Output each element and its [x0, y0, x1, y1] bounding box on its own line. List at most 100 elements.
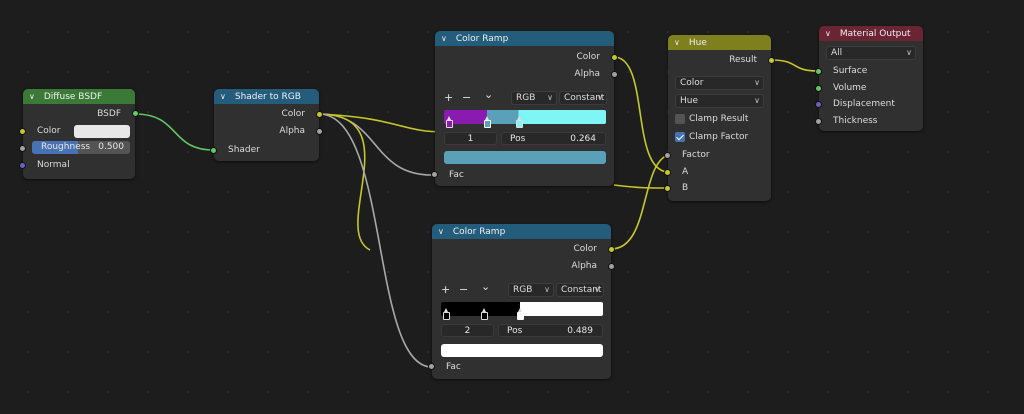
a-input-socket[interactable] — [664, 169, 671, 176]
color-ramp-bar[interactable] — [444, 110, 606, 128]
pos-value: 0.264 — [570, 134, 596, 144]
node-header[interactable]: ∨ Diffuse BSDF — [23, 89, 135, 104]
color-output-socket[interactable] — [611, 54, 618, 61]
node-header[interactable]: ∨ Shader to RGB — [214, 89, 319, 104]
stop-color-swatch[interactable] — [444, 151, 606, 164]
bsdf-output-socket[interactable] — [132, 110, 139, 117]
factor-input-socket[interactable] — [664, 152, 671, 159]
thickness-input-socket[interactable] — [815, 118, 822, 125]
chevron-down-icon[interactable]: ∨ — [441, 31, 453, 46]
surface-input-socket[interactable] — [815, 68, 822, 75]
color-mode-dropdown[interactable]: RGB ∨ — [508, 283, 554, 297]
node-title: Color Ramp — [452, 227, 506, 237]
pos-label: Pos — [510, 134, 526, 144]
clamp-factor-label: Clamp Factor — [689, 132, 749, 142]
stop-index-field[interactable]: 2 — [441, 324, 494, 337]
shader-to-rgb-node[interactable]: ∨ Shader to RGB Color Alpha Shader — [210, 89, 323, 161]
b-input-socket[interactable] — [664, 185, 671, 192]
alpha-output-socket[interactable] — [608, 263, 615, 270]
clamp-factor-checkbox[interactable] — [675, 132, 685, 142]
link-rgb-to-ramp2-fac — [318, 113, 433, 368]
chevron-down-icon[interactable]: ∨ — [438, 224, 450, 239]
fac-input-label: Fac — [446, 362, 461, 372]
interpolation-dropdown[interactable]: Constant ∨ — [556, 283, 604, 297]
result-output-socket[interactable] — [768, 57, 775, 64]
node-title: Material Output — [839, 29, 911, 39]
chevron-down-icon[interactable]: ∨ — [220, 89, 232, 104]
pos-label: Pos — [507, 326, 523, 336]
fac-input-label: Fac — [449, 170, 464, 180]
stop-index-value: 2 — [464, 326, 471, 336]
ramp-stop-1[interactable] — [481, 308, 488, 320]
data-type-dropdown[interactable]: Hue ∨ — [675, 94, 764, 108]
color-swatch[interactable] — [74, 125, 130, 138]
alpha-output-socket[interactable] — [316, 128, 323, 135]
volume-input-label: Volume — [833, 83, 867, 93]
interpolation-dropdown[interactable]: Constant ∨ — [559, 91, 607, 105]
ramp-stop-0[interactable] — [446, 116, 453, 128]
chevron-down-icon[interactable]: ∨ — [674, 35, 686, 50]
normal-input-socket[interactable] — [19, 162, 26, 169]
chevron-down-icon: ∨ — [906, 48, 912, 57]
add-stop-button[interactable]: + — [444, 92, 453, 104]
material-output-node[interactable]: ∨ Material Output All ∨ Surface Volume Di… — [815, 26, 923, 131]
color-output-label: Color — [281, 109, 306, 119]
remove-stop-button[interactable]: − — [462, 92, 471, 104]
clamp-result-checkbox[interactable] — [675, 114, 685, 124]
roughness-slider[interactable]: Roughness 0.500 — [32, 141, 130, 154]
b-input-label: B — [682, 183, 689, 193]
displacement-input-socket[interactable] — [815, 101, 822, 108]
fac-input-socket[interactable] — [428, 363, 435, 370]
link-rgb-color-to-ramp1 — [318, 113, 446, 133]
shader-input-socket[interactable] — [210, 147, 217, 154]
roughness-label: Roughness — [41, 142, 91, 152]
stop-index-field[interactable]: 1 — [444, 132, 497, 145]
color-mode-dropdown[interactable]: RGB ∨ — [511, 91, 557, 105]
ramp-stop-2[interactable] — [516, 116, 523, 128]
color-input-socket[interactable] — [19, 128, 26, 135]
blend-type-dropdown[interactable]: Color ∨ — [675, 76, 764, 90]
color-output-socket[interactable] — [608, 246, 615, 253]
factor-input-label: Factor — [682, 150, 710, 160]
link-ramp1-to-hue-b — [613, 184, 669, 189]
color-ramp-node-2[interactable]: ∨ Color Ramp Color Alpha + − ⌄ RGB ∨ Cons… — [428, 224, 615, 379]
ramp-menu-button[interactable]: ⌄ — [481, 281, 490, 293]
chevron-down-icon: ∨ — [594, 285, 600, 294]
ramp-stop-2[interactable] — [517, 308, 524, 320]
ramp-stop-1[interactable] — [484, 116, 491, 128]
node-title: Hue — [688, 38, 707, 48]
stop-pos-field[interactable]: Pos 0.489 — [498, 324, 603, 337]
fac-input-socket[interactable] — [431, 171, 438, 178]
color-mode-value: RGB — [516, 93, 536, 103]
ramp-menu-button[interactable]: ⌄ — [484, 89, 493, 101]
node-header[interactable]: ∨ Color Ramp — [435, 31, 614, 46]
add-stop-button[interactable]: + — [441, 284, 450, 296]
displacement-input-label: Displacement — [833, 99, 895, 109]
hue-mix-node[interactable]: ∨ Hue Result Color ∨ Hue ∨ Clamp Result Cl… — [664, 35, 775, 201]
color-output-label: Color — [573, 244, 598, 254]
stop-pos-field[interactable]: Pos 0.264 — [501, 132, 606, 145]
surface-input-label: Surface — [833, 66, 868, 76]
stop-color-swatch[interactable] — [441, 344, 603, 357]
node-header[interactable]: ∨ Color Ramp — [432, 224, 611, 239]
stop-index-value: 1 — [467, 134, 474, 144]
color-output-socket[interactable] — [316, 111, 323, 118]
color-ramp-bar[interactable] — [441, 302, 603, 320]
target-dropdown[interactable]: All ∨ — [826, 46, 916, 60]
remove-stop-button[interactable]: − — [459, 284, 468, 296]
color-output-label: Color — [576, 52, 601, 62]
node-header[interactable]: ∨ Material Output — [819, 26, 923, 41]
alpha-output-socket[interactable] — [611, 71, 618, 78]
roughness-input-socket[interactable] — [19, 145, 26, 152]
alpha-output-label: Alpha — [574, 69, 600, 79]
diffuse-bsdf-node[interactable]: ∨ Diffuse BSDF BSDF Color Roughness 0.50… — [19, 89, 139, 179]
node-title: Color Ramp — [455, 34, 509, 44]
color-input-label: Color — [37, 126, 61, 136]
chevron-down-icon[interactable]: ∨ — [29, 89, 41, 104]
chevron-down-icon[interactable]: ∨ — [825, 26, 837, 41]
ramp-stop-0[interactable] — [443, 308, 450, 320]
volume-input-socket[interactable] — [815, 85, 822, 92]
node-header[interactable]: ∨ Hue — [668, 35, 771, 50]
color-ramp-node-1[interactable]: ∨ Color Ramp Color Alpha + − ⌄ RGB ∨ Cons… — [431, 31, 618, 186]
thickness-input-label: Thickness — [833, 116, 878, 126]
